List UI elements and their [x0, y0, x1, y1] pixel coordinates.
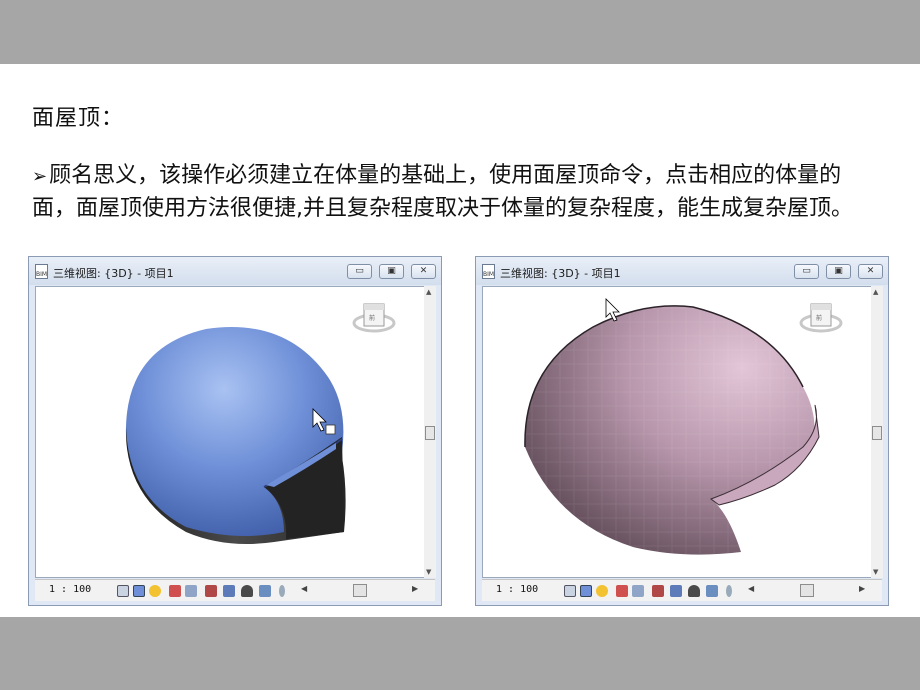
top-band: [0, 0, 920, 64]
horizontal-scroll-thumb[interactable]: [800, 584, 814, 597]
bottom-band: [0, 617, 920, 690]
scale-label[interactable]: 1 : 100: [49, 584, 91, 595]
window-titlebar[interactable]: BIM 三维视图: {3D} - 项目1 ▭ ▣ ✕: [29, 257, 441, 285]
svg-text:前: 前: [816, 314, 822, 322]
scroll-up-icon[interactable]: ▲: [873, 288, 878, 296]
detail-level-icon[interactable]: [117, 585, 129, 597]
viewcube-icon: 前: [352, 303, 396, 333]
3d-viewport[interactable]: 前: [482, 286, 876, 578]
render-icon[interactable]: [185, 585, 197, 597]
scroll-down-icon[interactable]: ▼: [426, 568, 431, 576]
scroll-down-icon[interactable]: ▼: [873, 568, 878, 576]
3d-viewport[interactable]: 前: [35, 286, 429, 578]
crop-view-icon[interactable]: [652, 585, 664, 597]
scroll-right-icon[interactable]: ▶: [412, 584, 418, 593]
viewcube-icon: 前: [799, 303, 843, 333]
visual-style-icon[interactable]: [580, 585, 592, 597]
close-icon[interactable]: ✕: [411, 264, 436, 279]
vertical-scrollbar[interactable]: ▲ ▼: [871, 286, 883, 578]
temp-hide-icon[interactable]: [259, 585, 271, 597]
view-window-roof[interactable]: BIM 三维视图: {3D} - 项目1 ▭ ▣ ✕ 前 ▲ ▼ 1: 100…: [475, 256, 889, 606]
reveal-hidden-icon[interactable]: [726, 585, 732, 597]
shadows-icon[interactable]: [616, 585, 628, 597]
sun-path-icon[interactable]: [149, 585, 161, 597]
lock-view-icon[interactable]: [688, 585, 700, 597]
shadows-icon[interactable]: [169, 585, 181, 597]
mass-sphere-model[interactable]: 前: [36, 287, 428, 577]
sun-path-icon[interactable]: [596, 585, 608, 597]
detail-level-icon[interactable]: [564, 585, 576, 597]
scroll-left-icon[interactable]: ◀: [748, 584, 754, 593]
show-crop-icon[interactable]: [670, 585, 682, 597]
render-icon[interactable]: [632, 585, 644, 597]
window-title: 三维视图: {3D} - 项目1: [53, 267, 174, 280]
view-control-bar: 1 : 100 ◀ ▶: [35, 579, 435, 601]
close-icon[interactable]: ✕: [858, 264, 883, 279]
restore-icon[interactable]: ▣: [379, 264, 404, 279]
view-window-mass[interactable]: BIM 三维视图: {3D} - 项目1 ▭ ▣ ✕ 前 ▲ ▼ 1: 100…: [28, 256, 442, 606]
vertical-scrollbar[interactable]: ▲ ▼: [424, 286, 436, 578]
scroll-left-icon[interactable]: ◀: [301, 584, 307, 593]
app-icon: BIM: [482, 264, 495, 279]
window-titlebar[interactable]: BIM 三维视图: {3D} - 项目1 ▭ ▣ ✕: [476, 257, 888, 285]
app-icon: BIM: [35, 264, 48, 279]
view-control-bar: 1 : 100 ◀ ▶: [482, 579, 882, 601]
roof-dome-model[interactable]: 前: [483, 287, 875, 577]
scroll-right-icon[interactable]: ▶: [859, 584, 865, 593]
horizontal-scroll-thumb[interactable]: [353, 584, 367, 597]
lock-view-icon[interactable]: [241, 585, 253, 597]
scroll-thumb[interactable]: [872, 426, 882, 440]
minimize-icon[interactable]: ▭: [794, 264, 819, 279]
show-crop-icon[interactable]: [223, 585, 235, 597]
temp-hide-icon[interactable]: [706, 585, 718, 597]
slide-heading: 面屋顶：: [32, 106, 125, 131]
restore-icon[interactable]: ▣: [826, 264, 851, 279]
reveal-hidden-icon[interactable]: [279, 585, 285, 597]
scale-label[interactable]: 1 : 100: [496, 584, 538, 595]
bullet-arrow-icon: ➢: [32, 166, 48, 187]
visual-style-icon[interactable]: [133, 585, 145, 597]
scroll-up-icon[interactable]: ▲: [426, 288, 431, 296]
window-title: 三维视图: {3D} - 项目1: [500, 267, 621, 280]
crop-view-icon[interactable]: [205, 585, 217, 597]
svg-text:前: 前: [369, 314, 375, 322]
slide-paragraph: ➢顾名思义，该操作必须建立在体量的基础上，使用面屋顶命令，点击相应的体量的面，面…: [32, 160, 872, 225]
scroll-thumb[interactable]: [425, 426, 435, 440]
paragraph-text: 顾名思义，该操作必须建立在体量的基础上，使用面屋顶命令，点击相应的体量的面，面屋…: [32, 163, 853, 221]
minimize-icon[interactable]: ▭: [347, 264, 372, 279]
